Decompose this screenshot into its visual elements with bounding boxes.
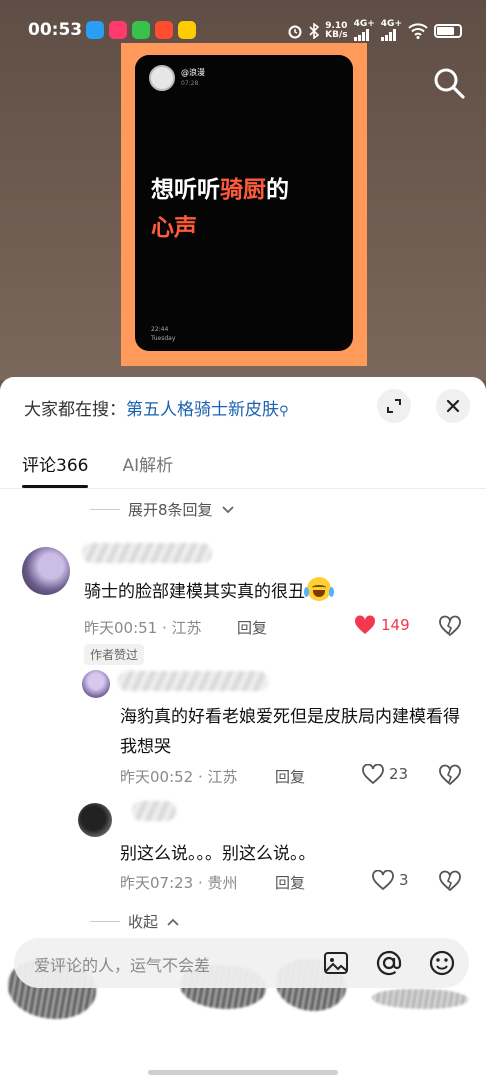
tab-divider bbox=[0, 488, 486, 489]
poster-card: @浪漫 07:28 想听听骑厨的 心声 22:44 Tuesday bbox=[135, 55, 353, 351]
heart-outline-icon bbox=[362, 764, 384, 784]
app-notification-icon bbox=[132, 21, 150, 39]
poster-day: Tuesday bbox=[151, 335, 176, 342]
like-button[interactable]: 3 bbox=[372, 870, 409, 890]
chevron-down-icon bbox=[221, 505, 234, 513]
expand-sheet-button[interactable] bbox=[377, 389, 411, 423]
username-blurred[interactable] bbox=[132, 801, 176, 821]
like-count: 149 bbox=[381, 616, 410, 634]
home-indicator[interactable] bbox=[148, 1070, 338, 1075]
reply-meta: 昨天00:52 · 江苏 bbox=[120, 768, 238, 786]
search-icon[interactable] bbox=[432, 66, 466, 100]
emoji-icon[interactable] bbox=[428, 949, 456, 977]
signal-bars-icon bbox=[353, 29, 375, 41]
expand-icon bbox=[387, 399, 401, 413]
broken-heart-icon[interactable] bbox=[438, 869, 462, 893]
app-notification-icon bbox=[109, 21, 127, 39]
avatar[interactable] bbox=[82, 670, 110, 698]
hot-search[interactable]: 大家都在搜：第五人格骑士新皮肤⚲ bbox=[24, 395, 289, 420]
comment-input-placeholder: 爱评论的人，运气不会差 bbox=[34, 956, 211, 975]
comment-input-bar[interactable]: 爱评论的人，运气不会差 bbox=[14, 938, 469, 988]
expand-replies-label: 展开8条回复 bbox=[128, 501, 213, 519]
close-sheet-button[interactable] bbox=[436, 389, 470, 423]
heart-filled-icon bbox=[354, 615, 376, 634]
status-time: 00:53 bbox=[28, 20, 83, 40]
divider-dash bbox=[90, 509, 120, 510]
divider-dash bbox=[90, 921, 120, 922]
hot-search-query[interactable]: 第五人格骑士新皮肤 bbox=[126, 400, 279, 420]
reply-button[interactable]: 回复 bbox=[237, 617, 267, 638]
sim1-signal: 4G+ bbox=[353, 20, 375, 41]
alarm-icon bbox=[288, 25, 302, 38]
reply-text: 别这么说。。。别这么说。。 bbox=[120, 844, 316, 864]
mention-icon[interactable] bbox=[375, 949, 403, 977]
app-notification-icon bbox=[178, 21, 196, 39]
hot-search-magnifier-icon: ⚲ bbox=[279, 404, 289, 419]
reply-text: 海豹真的好看老娘爱死但是皮肤局内建模看得我想哭 bbox=[120, 707, 460, 757]
comment-tabs: 评论366 AI解析 bbox=[22, 451, 173, 488]
net-speed: 9.10 KB/s bbox=[325, 20, 348, 40]
hot-search-prefix: 大家都在搜： bbox=[24, 400, 126, 420]
collapse-replies-button[interactable]: 收起 bbox=[90, 911, 180, 932]
like-button[interactable]: 23 bbox=[362, 764, 408, 784]
username-blurred[interactable] bbox=[118, 671, 268, 691]
tab-ai-analysis[interactable]: AI解析 bbox=[122, 451, 173, 488]
poster-handle: @浪漫 bbox=[181, 68, 205, 77]
heart-outline-icon bbox=[372, 870, 394, 890]
image-icon[interactable] bbox=[322, 949, 350, 977]
broken-heart-icon[interactable] bbox=[438, 763, 462, 787]
video-poster[interactable]: @浪漫 07:28 想听听骑厨的 心声 22:44 Tuesday bbox=[121, 43, 367, 366]
tab-comments[interactable]: 评论366 bbox=[22, 451, 89, 488]
avatar[interactable] bbox=[78, 803, 112, 837]
chevron-up-icon bbox=[167, 918, 179, 926]
avatar[interactable] bbox=[22, 547, 70, 595]
collapse-label: 收起 bbox=[128, 913, 159, 931]
reply-meta: 昨天07:23 · 贵州 bbox=[120, 874, 238, 892]
poster-title: 想听听骑厨的 心声 bbox=[151, 177, 289, 241]
broken-heart-icon[interactable] bbox=[438, 614, 462, 638]
battery-icon bbox=[434, 23, 462, 38]
app-notification-icon bbox=[86, 21, 104, 39]
bluetooth-icon bbox=[309, 22, 320, 39]
scribbled-text bbox=[372, 989, 468, 1009]
poster-avatar bbox=[149, 65, 175, 91]
reply-button[interactable]: 回复 bbox=[275, 872, 305, 893]
reply-button[interactable]: 回复 bbox=[275, 766, 305, 787]
app-notification-icon bbox=[155, 21, 173, 39]
sim2-signal: 4G+ bbox=[380, 20, 402, 41]
notification-app-icons bbox=[86, 21, 196, 39]
author-liked-badge: 作者赞过 bbox=[84, 644, 145, 665]
crying-laughing-emoji-icon bbox=[304, 577, 334, 601]
signal-bars-icon bbox=[380, 29, 402, 41]
comment-text: 骑士的脸部建模其实真的很丑 bbox=[84, 577, 444, 607]
close-icon bbox=[446, 399, 460, 413]
poster-time: 07:28 bbox=[181, 80, 199, 87]
expand-replies-button[interactable]: 展开8条回复 bbox=[90, 499, 235, 520]
username-blurred[interactable] bbox=[82, 543, 212, 563]
like-count: 3 bbox=[399, 871, 409, 889]
poster-clock: 22:44 bbox=[151, 326, 169, 333]
wifi-icon bbox=[408, 22, 428, 39]
status-indicators: 9.10 KB/s 4G+ 4G+ bbox=[287, 20, 462, 41]
comment-meta: 昨天00:51 · 江苏 bbox=[84, 619, 202, 637]
like-button[interactable]: 149 bbox=[354, 615, 410, 635]
like-count: 23 bbox=[389, 765, 409, 783]
